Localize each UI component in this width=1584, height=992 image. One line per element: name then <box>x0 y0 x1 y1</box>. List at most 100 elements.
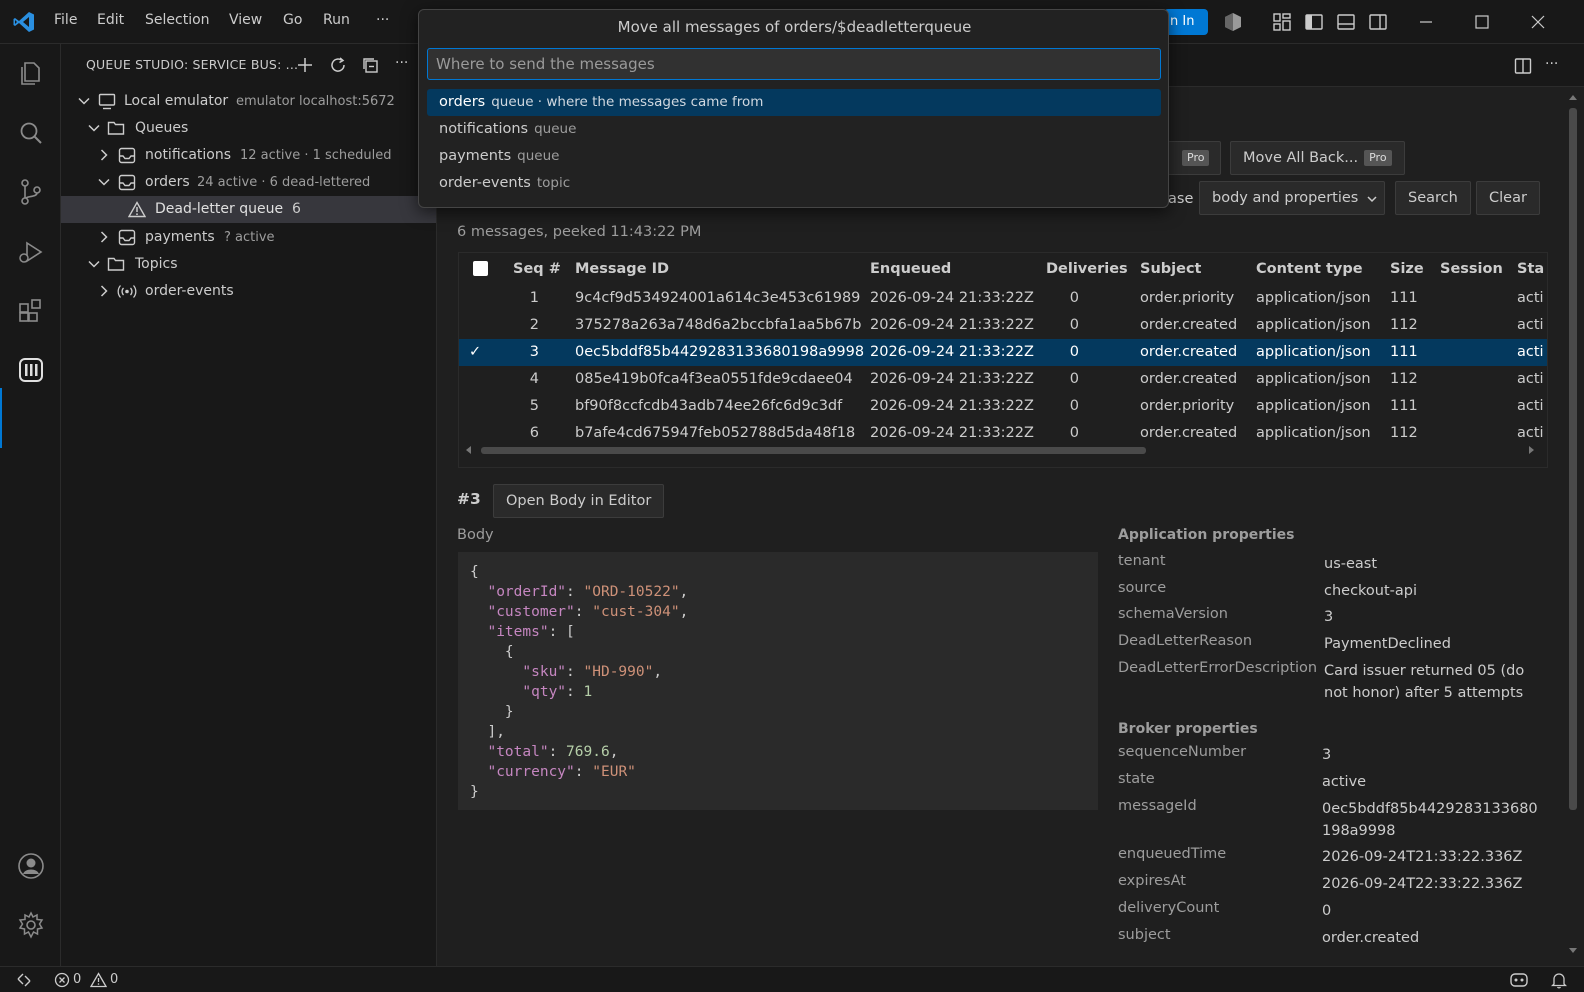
payments-description: ? active <box>224 230 275 245</box>
col-message-id[interactable]: Message ID <box>575 253 669 285</box>
tree-item-payments[interactable]: payments ? active <box>61 224 436 251</box>
customize-layout-icon[interactable] <box>1272 12 1292 32</box>
notifications-bell-icon[interactable] <box>1551 971 1567 989</box>
tree-item-order-events[interactable]: order-events <box>61 278 436 305</box>
col-content-type[interactable]: Content type <box>1256 253 1363 285</box>
quick-pick-item[interactable]: notifications queue <box>427 116 1161 143</box>
menu-edit[interactable]: Edit <box>97 12 124 28</box>
horizontal-scroll-thumb[interactable] <box>481 447 1146 454</box>
settings-gear-icon[interactable] <box>16 910 46 940</box>
refresh-icon[interactable] <box>329 56 347 74</box>
split-editor-icon[interactable] <box>1514 57 1532 75</box>
json-token: 1 <box>583 684 593 700</box>
vertical-scroll-thumb[interactable] <box>1569 108 1577 810</box>
emulator-label: Local emulator <box>124 93 229 109</box>
menu-file[interactable]: File <box>54 12 77 28</box>
table-row[interactable]: 4 085e419b0fca4f3ea0551fde9cdaee04 2026-09… <box>459 366 1547 393</box>
tree-item-topics[interactable]: Topics <box>61 251 436 278</box>
toggle-panel-icon[interactable] <box>1336 12 1356 32</box>
scroll-down-icon[interactable] <box>1569 946 1577 954</box>
maximize-icon[interactable] <box>1474 14 1490 30</box>
search-scope-select[interactable]: body and properties <box>1199 181 1385 215</box>
scroll-up-icon[interactable] <box>1569 94 1577 102</box>
json-token: : <box>574 764 593 780</box>
collapse-all-icon[interactable] <box>362 56 380 74</box>
explorer-icon[interactable] <box>16 58 46 88</box>
source-control-icon[interactable] <box>16 177 46 207</box>
tree-item-emulator[interactable]: Local emulator emulator localhost:5672 <box>61 88 436 115</box>
menu-go[interactable]: Go <box>283 12 302 28</box>
error-icon[interactable] <box>54 972 70 988</box>
property-value: 2026-09-24T22:33:22.336Z <box>1322 876 1523 892</box>
col-state[interactable]: Sta <box>1517 253 1547 285</box>
quick-pick-item[interactable]: order-events topic <box>427 170 1161 197</box>
menu-run[interactable]: Run <box>323 12 350 28</box>
add-icon[interactable] <box>296 56 314 74</box>
col-enqueued[interactable]: Enqueued <box>870 253 951 285</box>
col-seq[interactable]: Seq # <box>513 253 561 285</box>
table-row[interactable]: 1 9c4cf9d534924001a614c3e453c61989 2026-09… <box>459 285 1547 312</box>
scroll-right-icon[interactable] <box>1527 446 1535 454</box>
sign-in-button[interactable]: n In <box>1164 9 1208 35</box>
cell-size: 111 <box>1390 398 1418 414</box>
property-key: state <box>1118 771 1155 787</box>
table-row[interactable]: ✓ 3 0ec5bddf85b4429283133680198a9998 2026-0… <box>459 339 1547 366</box>
col-session[interactable]: Session <box>1440 253 1503 285</box>
folder-icon <box>107 121 125 135</box>
table-row[interactable]: 2 375278a263a748d6a2bccbfa1aa5b67b 2026-09… <box>459 312 1547 339</box>
cell-deliveries: 0 <box>1069 317 1079 333</box>
copilot-status-icon[interactable] <box>1508 970 1530 990</box>
tree-item-dead-letter-queue[interactable]: Dead-letter queue 6 <box>61 196 436 223</box>
horizontal-scrollbar[interactable] <box>459 443 1547 457</box>
warning-icon[interactable] <box>90 972 107 988</box>
error-count[interactable]: 0 <box>73 972 81 987</box>
dead-letter-label: Dead-letter queue <box>155 201 284 217</box>
col-size[interactable]: Size <box>1390 253 1424 285</box>
json-token: { <box>470 644 514 660</box>
tree-item-queues[interactable]: Queues <box>61 115 436 142</box>
menu-view[interactable]: View <box>229 12 262 28</box>
quick-pick-item[interactable]: payments queue <box>427 143 1161 170</box>
clear-button[interactable]: Clear <box>1476 181 1540 215</box>
hidden-pro-action-button[interactable]: Pro <box>1163 141 1221 175</box>
warning-icon <box>128 201 146 218</box>
open-body-in-editor-button[interactable]: Open Body in Editor <box>493 484 665 518</box>
col-deliveries[interactable]: Deliveries <box>1046 253 1128 285</box>
property-value: 0ec5bddf85b4429283133680198a9998 <box>1322 801 1538 839</box>
quick-pick-item[interactable]: orders queue · where the messages came fr… <box>427 89 1161 116</box>
search-button[interactable]: Search <box>1395 181 1471 215</box>
minimize-icon[interactable] <box>1418 14 1434 30</box>
tree-item-orders[interactable]: orders 24 active · 6 dead-lettered <box>61 169 436 196</box>
folder-icon <box>107 257 125 271</box>
col-subject[interactable]: Subject <box>1140 253 1201 285</box>
accounts-icon[interactable] <box>16 851 46 881</box>
destination-input[interactable] <box>427 48 1161 80</box>
cell-enqueued: 2026-09-24 21:33:22Z <box>870 398 1034 414</box>
more-actions-icon[interactable]: ··· <box>395 55 408 71</box>
select-all-checkbox[interactable] <box>473 261 488 276</box>
cell-subject: order.priority <box>1140 398 1235 414</box>
queue-studio-icon[interactable] <box>16 355 46 385</box>
close-window-icon[interactable] <box>1530 14 1546 30</box>
toggle-primary-sidebar-icon[interactable] <box>1304 12 1324 32</box>
search-icon[interactable] <box>16 118 46 148</box>
cell-state: acti <box>1517 344 1544 360</box>
extensions-icon[interactable] <box>16 296 46 326</box>
run-debug-icon[interactable] <box>16 237 46 267</box>
menu-selection[interactable]: Selection <box>145 12 210 28</box>
tree-item-notifications[interactable]: notifications 12 active · 1 scheduled <box>61 142 436 169</box>
scroll-left-icon[interactable] <box>465 446 473 454</box>
table-row[interactable]: 5 bf90f8ccfcdb43adb74ee26fc6d9c3df 2026-09… <box>459 393 1547 420</box>
copilot-icon[interactable] <box>1222 11 1244 33</box>
remote-icon[interactable] <box>15 971 33 989</box>
toggle-secondary-sidebar-icon[interactable] <box>1368 12 1388 32</box>
selected-seq-label: #3 <box>457 490 481 508</box>
editor-more-actions-icon[interactable]: ··· <box>1545 56 1558 72</box>
vertical-scrollbar[interactable] <box>1566 90 1580 960</box>
row-checkmark[interactable]: ✓ <box>469 339 489 366</box>
warning-count[interactable]: 0 <box>110 972 118 987</box>
move-all-back-button[interactable]: Move All Back... Pro <box>1230 141 1405 175</box>
menu-more[interactable]: ··· <box>376 12 389 28</box>
